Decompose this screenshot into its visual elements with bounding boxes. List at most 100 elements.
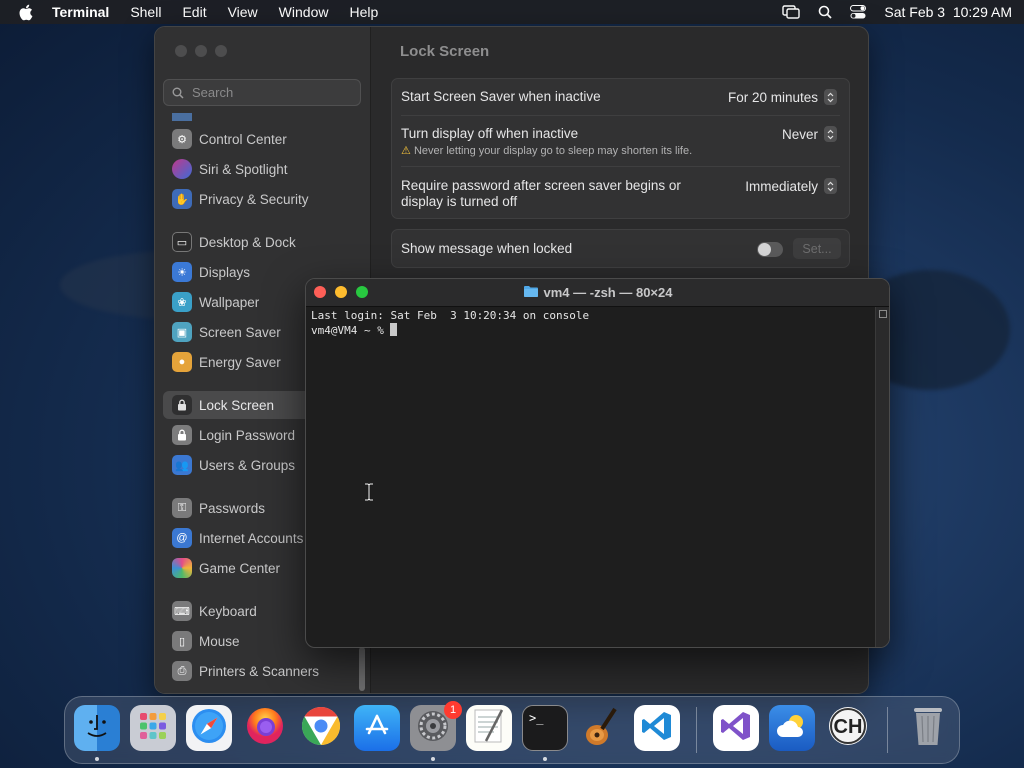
sidebar-item-desktop-dock[interactable]: ▭ Desktop & Dock bbox=[163, 228, 363, 256]
chevron-up-down-icon bbox=[824, 89, 837, 105]
vscode-icon bbox=[640, 709, 674, 748]
sidebar-item-printers-scanners[interactable]: ⎙ Printers & Scanners bbox=[163, 657, 363, 685]
sidebar-item-label: Displays bbox=[199, 264, 251, 280]
launchpad-icon bbox=[137, 710, 169, 747]
ch-app-icon: CH bbox=[827, 705, 869, 752]
screen-saver-popup[interactable]: For 20 minutes bbox=[728, 89, 837, 105]
wallpaper-icon: ❀ bbox=[172, 292, 192, 312]
chevron-up-down-icon bbox=[824, 178, 837, 194]
sidebar-item-control-center[interactable]: ⚙ Control Center bbox=[163, 125, 363, 153]
sun-icon: ☀ bbox=[172, 262, 192, 282]
textedit-icon bbox=[472, 707, 506, 750]
dock-textedit[interactable] bbox=[466, 705, 512, 751]
sidebar-item-label: Internet Accounts bbox=[199, 530, 304, 546]
show-message-group: Show message when locked Set... bbox=[391, 229, 850, 268]
sidebar-item-privacy-security[interactable]: ✋ Privacy & Security bbox=[163, 185, 363, 213]
dock-weather[interactable] bbox=[769, 705, 815, 751]
guitar-icon bbox=[582, 705, 620, 752]
sidebar-item-label: Privacy & Security bbox=[199, 191, 309, 207]
warning-text: Never letting your display go to sleep m… bbox=[413, 145, 693, 157]
lock-icon bbox=[172, 395, 192, 415]
text-cursor bbox=[390, 323, 398, 336]
sidebar-item-label: Game Center bbox=[199, 560, 281, 576]
spotlight-search-icon[interactable] bbox=[818, 5, 832, 19]
screen-saver-row: Start Screen Saver when inactive For 20 … bbox=[392, 79, 849, 115]
dock-safari[interactable] bbox=[186, 705, 232, 751]
chrome-icon bbox=[300, 705, 342, 752]
lock-icon bbox=[172, 425, 192, 445]
terminal-scrollbar[interactable] bbox=[875, 307, 889, 647]
hand-icon: ✋ bbox=[172, 189, 192, 209]
sidebar-scrollbar[interactable] bbox=[359, 647, 365, 691]
dock-system-settings[interactable]: 1 bbox=[410, 701, 462, 751]
firefox-icon bbox=[244, 705, 286, 752]
terminal-window: vm4 — -zsh — 80×24 Last login: Sat Feb 3… bbox=[305, 278, 890, 648]
key-icon: ⚿ bbox=[172, 498, 192, 518]
gear-icon bbox=[172, 113, 192, 121]
apple-menu-icon[interactable] bbox=[18, 3, 36, 21]
dock-visual-studio[interactable] bbox=[713, 705, 759, 751]
display-off-value: Never bbox=[781, 126, 818, 142]
zoom-button[interactable] bbox=[215, 45, 227, 57]
window-controls bbox=[314, 286, 368, 298]
menu-clock[interactable]: Sat Feb 3 10:29 AM bbox=[884, 4, 1012, 20]
terminal-title-text: vm4 — -zsh — 80×24 bbox=[543, 285, 673, 300]
dock-launchpad[interactable] bbox=[130, 705, 176, 751]
dock: 1 >_ CH bbox=[64, 696, 960, 764]
trash-icon bbox=[910, 704, 946, 753]
menu-edit[interactable]: Edit bbox=[182, 4, 206, 20]
require-password-label: Require password after screen saver begi… bbox=[401, 178, 681, 210]
dock-finder[interactable] bbox=[74, 705, 120, 751]
ibeam-cursor-icon bbox=[364, 482, 374, 506]
require-password-popup[interactable]: Immediately bbox=[745, 178, 837, 194]
require-password-line-2: display is turned off bbox=[401, 194, 518, 209]
dock-vscode[interactable] bbox=[634, 705, 680, 751]
at-icon: @ bbox=[172, 528, 192, 548]
dock-terminal[interactable]: >_ bbox=[522, 705, 568, 751]
terminal-titlebar[interactable]: vm4 — -zsh — 80×24 bbox=[306, 279, 889, 307]
sidebar-item-label: Mouse bbox=[199, 633, 240, 649]
settings-search-field[interactable]: Search bbox=[163, 79, 361, 106]
screen-saver-icon: ▣ bbox=[172, 322, 192, 342]
menu-window[interactable]: Window bbox=[279, 4, 329, 20]
dock-app-store[interactable] bbox=[354, 705, 400, 751]
show-message-label: Show message when locked bbox=[401, 241, 573, 256]
show-message-toggle[interactable] bbox=[757, 242, 783, 257]
sidebar-item-label: Energy Saver bbox=[199, 354, 281, 370]
shell-prompt: vm4@VM4 ~ % bbox=[311, 324, 391, 337]
dock-ch-app[interactable]: CH bbox=[825, 705, 871, 751]
minimize-button[interactable] bbox=[195, 45, 207, 57]
close-button[interactable] bbox=[175, 45, 187, 57]
printer-icon: ⎙ bbox=[172, 661, 192, 681]
users-icon: 👥 bbox=[172, 455, 192, 475]
screen-mirroring-icon[interactable] bbox=[782, 5, 801, 19]
close-button[interactable] bbox=[314, 286, 326, 298]
sidebar-item-label: Wallpaper bbox=[199, 294, 260, 310]
zoom-button[interactable] bbox=[356, 286, 368, 298]
app-menu-terminal[interactable]: Terminal bbox=[52, 4, 109, 20]
sidebar-item-label: Login Password bbox=[199, 427, 296, 443]
running-indicator bbox=[431, 757, 435, 761]
control-center-icon[interactable] bbox=[850, 5, 867, 19]
menu-view[interactable]: View bbox=[228, 4, 258, 20]
dock-firefox[interactable] bbox=[242, 705, 288, 751]
sidebar-item-siri-spotlight[interactable]: Siri & Spotlight bbox=[163, 155, 363, 183]
game-center-icon bbox=[172, 558, 192, 578]
dock-garageband[interactable] bbox=[578, 705, 624, 751]
minimize-button[interactable] bbox=[335, 286, 347, 298]
display-off-popup[interactable]: Never bbox=[782, 126, 837, 142]
finder-icon bbox=[80, 709, 114, 748]
terminal-content[interactable]: Last login: Sat Feb 3 10:20:34 on consol… bbox=[306, 307, 876, 647]
chevron-up-down-icon bbox=[824, 126, 837, 142]
search-placeholder: Search bbox=[192, 85, 234, 100]
display-off-row: Turn display off when inactive ⚠ Never l… bbox=[392, 116, 849, 166]
screen-saver-label: Start Screen Saver when inactive bbox=[401, 89, 601, 104]
search-icon bbox=[172, 87, 184, 99]
menu-shell[interactable]: Shell bbox=[130, 4, 161, 20]
dock-chrome[interactable] bbox=[298, 705, 344, 751]
menu-help[interactable]: Help bbox=[349, 4, 378, 20]
sidebar-item-label: Siri & Spotlight bbox=[199, 161, 288, 177]
display-off-label: Turn display off when inactive bbox=[401, 126, 579, 141]
set-message-button[interactable]: Set... bbox=[793, 238, 841, 259]
dock-trash[interactable] bbox=[905, 705, 951, 751]
